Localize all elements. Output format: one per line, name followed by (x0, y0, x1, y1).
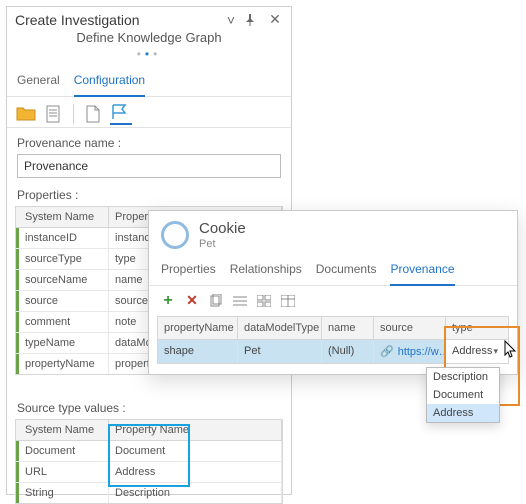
tab-general[interactable]: General (17, 67, 60, 96)
tab-properties[interactable]: Properties (161, 256, 216, 285)
provenance-toolbar: + ✕ (149, 286, 517, 316)
panel-title: Create Investigation (15, 12, 140, 28)
entity-subtitle: Pet (199, 238, 246, 250)
entity-popover: Cookie Pet Properties Relationships Docu… (148, 210, 518, 375)
table-row: DocumentDocument (16, 441, 282, 462)
source-type-values-label: Source type values : (7, 395, 291, 419)
cell-dataModelType: Pet (238, 340, 322, 363)
tab-documents[interactable]: Documents (316, 256, 377, 285)
col-name: name (322, 317, 374, 339)
titlebar: Create Investigation ˅ ✕ (7, 7, 291, 28)
cell-propertyName: shape (158, 340, 238, 363)
cell-type-dropdown[interactable]: Address ▾ (446, 340, 508, 363)
folder-icon[interactable] (15, 103, 37, 125)
chevron-down-icon[interactable]: ▾ (493, 346, 502, 357)
dropdown-option[interactable]: Description (427, 368, 499, 386)
tab-configuration[interactable]: Configuration (74, 67, 145, 97)
properties-label: Properties : (7, 182, 291, 206)
entity-tabs: Properties Relationships Documents Prove… (149, 256, 517, 286)
grid-icon[interactable] (255, 292, 273, 310)
step-indicator: ••• (7, 47, 291, 61)
table-row: URLAddress (16, 462, 282, 483)
cell-name: (Null) (322, 340, 374, 363)
delete-button[interactable]: ✕ (183, 292, 201, 310)
panel-tabs: General Configuration (7, 67, 291, 97)
entity-icon (161, 221, 189, 249)
dropdown-option[interactable]: Document (427, 386, 499, 404)
tab-provenance[interactable]: Provenance (390, 256, 454, 286)
col-type: type (446, 317, 508, 339)
panel-subtitle: Define Knowledge Graph (7, 30, 291, 45)
config-toolbar (7, 97, 291, 128)
page-icon[interactable] (43, 103, 65, 125)
table-icon[interactable] (279, 292, 297, 310)
flag-icon[interactable] (110, 103, 132, 125)
entity-title: Cookie (199, 221, 246, 238)
list-icon[interactable] (231, 292, 249, 310)
table-row: StringDescription (16, 483, 282, 503)
col-source: source (374, 317, 446, 339)
new-page-icon[interactable] (82, 103, 104, 125)
cell-source[interactable]: 🔗https://w… (374, 340, 446, 363)
type-dropdown-menu: Description Document Address (426, 367, 500, 423)
link-icon: 🔗 (380, 346, 394, 358)
col-system-name: System Name (19, 207, 109, 227)
pin-icon[interactable] (245, 14, 261, 26)
col-propertyName: propertyName (158, 317, 238, 339)
provenance-name-label: Provenance name : (17, 136, 281, 150)
source-type-values-grid[interactable]: System Name Property Name DocumentDocume… (15, 419, 283, 504)
col-property-name-2: Property Name (109, 420, 282, 440)
close-icon[interactable]: ✕ (267, 11, 283, 28)
provenance-name-input[interactable] (17, 154, 281, 178)
col-system-name-2: System Name (19, 420, 109, 440)
copy-icon[interactable] (207, 292, 225, 310)
col-dataModelType: dataModelType (238, 317, 322, 339)
provenance-grid[interactable]: propertyName dataModelType name source t… (157, 316, 509, 364)
tab-relationships[interactable]: Relationships (230, 256, 302, 285)
dropdown-option-selected[interactable]: Address (427, 404, 499, 422)
add-button[interactable]: + (159, 292, 177, 310)
cursor-icon (504, 340, 518, 358)
collapse-icon[interactable]: ˅ (223, 12, 239, 28)
provenance-row[interactable]: shape Pet (Null) 🔗https://w… Address ▾ (158, 340, 508, 363)
